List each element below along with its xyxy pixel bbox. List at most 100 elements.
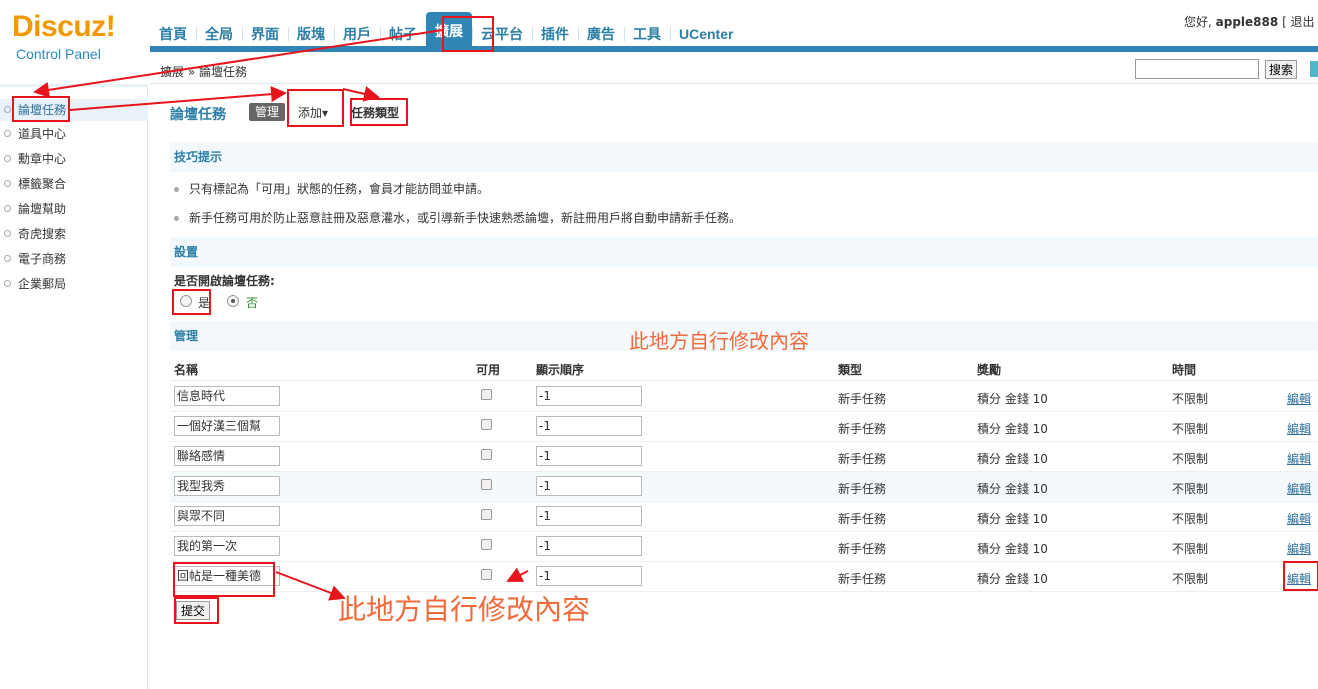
sidebar-item-mail[interactable]: 企業郵局 [0, 273, 148, 295]
sidebar-item-label: 勳章中心 [18, 152, 67, 166]
settings-heading: 設置 [170, 237, 1318, 267]
order-input[interactable]: -1 [536, 536, 642, 556]
nav-item-posts[interactable]: 帖子 [380, 22, 426, 46]
sidebar-item-label: 標籤聚合 [18, 177, 67, 191]
task-name-input[interactable]: 一個好漢三個幫 [174, 416, 280, 436]
tip-text: 新手任務可用於防止惡意註冊及惡意灌水，或引導新手快速熟悉論壇，新註冊用戶將自動申… [189, 211, 742, 225]
sidebar-item-ecommerce[interactable]: 電子商務 [0, 248, 148, 270]
tip-text: 只有標記為「可用」狀態的任務，會員才能訪問並申請。 [189, 182, 490, 196]
table-row: 我的第一次 -1 新手任務 積分 金錢 10 不限制 編輯 [170, 532, 1318, 562]
nav-item-tools[interactable]: 工具 [624, 22, 670, 46]
bullet-icon [4, 155, 11, 162]
task-reward: 積分 金錢 10 [977, 482, 1048, 496]
radio-enable-no[interactable] [227, 295, 239, 307]
edit-link[interactable]: 編輯 [1287, 420, 1311, 437]
nav-item-ads[interactable]: 廣告 [578, 22, 624, 46]
radio-enable-yes[interactable] [180, 295, 192, 307]
table-row: 信息時代 -1 新手任務 積分 金錢 10 不限制 編輯 [170, 382, 1318, 412]
submit-button[interactable]: 提交 [176, 601, 210, 620]
sidebar-item-tags[interactable]: 標籤聚合 [0, 173, 148, 195]
enabled-checkbox[interactable] [481, 569, 492, 580]
task-time: 不限制 [1172, 512, 1209, 526]
nav-item-home[interactable]: 首頁 [150, 22, 196, 46]
column-header-order: 顯示順序 [536, 363, 585, 377]
nav-item-forums[interactable]: 版塊 [288, 22, 334, 46]
annotation-note-upper: 此地方自行修改內容 [629, 329, 809, 353]
task-time: 不限制 [1172, 392, 1209, 406]
sidebar-item-forum-tasks[interactable]: 論壇任務 [0, 99, 148, 121]
sidebar-item-help[interactable]: 論壇幫助 [0, 198, 148, 220]
logo[interactable]: Discuz! [12, 10, 116, 44]
task-time: 不限制 [1172, 542, 1209, 556]
task-name-input[interactable]: 我的第一次 [174, 536, 280, 556]
user-info: 您好, apple888 [ 退出 [1184, 13, 1315, 30]
order-input[interactable]: -1 [536, 476, 642, 496]
sidebar-item-label: 論壇幫助 [18, 202, 67, 216]
nav-item-extend[interactable]: 擴展 [426, 12, 472, 50]
edit-link[interactable]: 編輯 [1287, 390, 1311, 407]
edit-link[interactable]: 編輯 [1287, 570, 1311, 587]
table-header-divider [170, 380, 1318, 381]
tab-add[interactable]: 添加▾ [298, 104, 328, 121]
task-reward: 積分 金錢 10 [977, 512, 1048, 526]
radio-yes-label: 是 [198, 296, 211, 310]
enabled-checkbox[interactable] [481, 449, 492, 460]
task-type: 新手任務 [838, 392, 887, 406]
nav-item-plugins[interactable]: 插件 [532, 22, 578, 46]
enabled-checkbox[interactable] [481, 539, 492, 550]
edit-link[interactable]: 編輯 [1287, 510, 1311, 527]
task-name-input[interactable]: 回帖是一種美德 [174, 566, 280, 586]
enabled-checkbox[interactable] [481, 509, 492, 520]
table-row: 與眾不同 -1 新手任務 積分 金錢 10 不限制 編輯 [170, 502, 1318, 532]
tab-manage[interactable]: 管理 [249, 103, 286, 121]
page-title: 論壇任務 [170, 107, 226, 123]
edit-link[interactable]: 編輯 [1287, 450, 1311, 467]
task-name-input[interactable]: 我型我秀 [174, 476, 280, 496]
task-time: 不限制 [1172, 482, 1209, 496]
sidebar-item-medals[interactable]: 勳章中心 [0, 148, 148, 170]
logo-subtitle: Control Panel [16, 46, 101, 62]
task-name-input[interactable]: 與眾不同 [174, 506, 280, 526]
nav-item-ucenter[interactable]: UCenter [670, 22, 742, 46]
nav-item-users[interactable]: 用戶 [334, 22, 380, 46]
table-row: 聯絡感情 -1 新手任務 積分 金錢 10 不限制 編輯 [170, 442, 1318, 472]
order-input[interactable]: -1 [536, 416, 642, 436]
task-type: 新手任務 [838, 422, 887, 436]
sidebar-item-magic[interactable]: 道具中心 [0, 123, 148, 145]
column-header-enabled: 可用 [476, 363, 501, 377]
nav-item-global[interactable]: 全局 [196, 22, 242, 46]
order-input[interactable]: -1 [536, 566, 642, 586]
enabled-checkbox[interactable] [481, 479, 492, 490]
task-name-input[interactable]: 聯絡感情 [174, 446, 280, 466]
column-header-name: 名稱 [174, 363, 199, 377]
search-input[interactable] [1135, 59, 1259, 79]
sidebar-item-qihoo-search[interactable]: 奇虎搜索 [0, 223, 148, 245]
task-type: 新手任務 [838, 542, 887, 556]
task-type: 新手任務 [838, 452, 887, 466]
enabled-checkbox[interactable] [481, 419, 492, 430]
order-input[interactable]: -1 [536, 506, 642, 526]
bullet-icon [4, 280, 11, 287]
nav-underline [150, 46, 1318, 52]
search-button[interactable]: 搜索 [1265, 60, 1297, 79]
enabled-checkbox[interactable] [481, 389, 492, 400]
order-input[interactable]: -1 [536, 446, 642, 466]
bullet-icon [4, 130, 11, 137]
edit-link[interactable]: 編輯 [1287, 540, 1311, 557]
task-type: 新手任務 [838, 482, 887, 496]
nav-item-interface[interactable]: 界面 [242, 22, 288, 46]
tab-task-types[interactable]: 任務類型 [351, 104, 399, 121]
nav-item-cloud[interactable]: 云平台 [472, 22, 532, 46]
task-time: 不限制 [1172, 422, 1209, 436]
panel-toggle[interactable] [1310, 61, 1318, 77]
bullet-icon [4, 255, 11, 262]
enable-tasks-label: 是否開啟論壇任務: [174, 274, 275, 288]
sidebar-divider [0, 84, 148, 87]
task-name-input[interactable]: 信息時代 [174, 386, 280, 406]
main-content: 論壇任務 管理 添加▾ 任務類型 技巧提示 只有標記為「可用」狀態的任務，會員才… [150, 84, 1318, 689]
edit-link[interactable]: 編輯 [1287, 480, 1311, 497]
sidebar-item-label: 企業郵局 [18, 277, 67, 291]
sidebar-item-label: 奇虎搜索 [18, 227, 67, 241]
logout-link[interactable]: [ 退出 [1282, 15, 1315, 29]
order-input[interactable]: -1 [536, 386, 642, 406]
